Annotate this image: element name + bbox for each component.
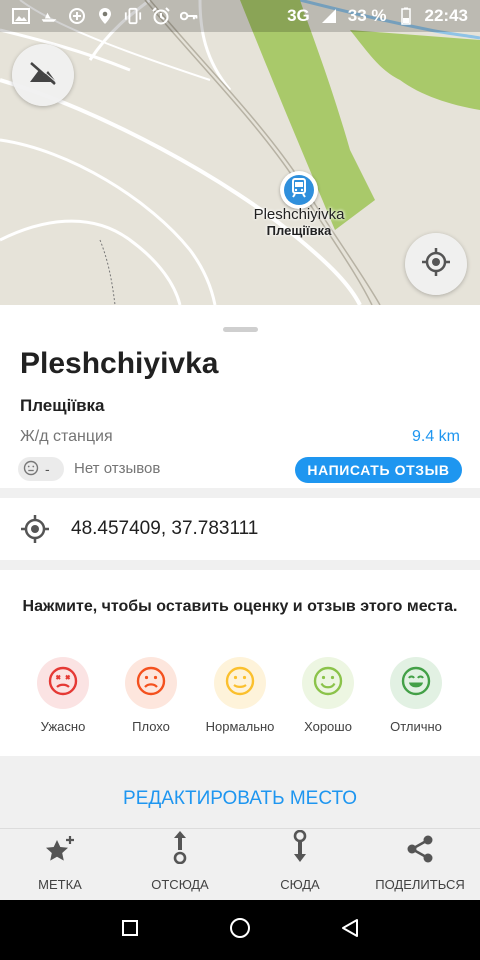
back-icon [339,917,361,944]
terrain-off-icon [28,60,58,91]
place-category: Ж/д станция [20,428,113,445]
my-location-button[interactable] [405,233,467,295]
rate-option-circle [37,657,89,709]
coordinates-text: 48.457409, 37.783111 [71,518,259,539]
action-label: ОТСЮДА [151,877,209,892]
signal-icon [320,7,338,25]
home-icon [228,916,252,945]
rate-option-label: Хорошо [304,719,352,734]
home-button[interactable] [226,916,254,944]
place-page-sheet: Pleshchiyivka Плещіївка Ж/д станция 9.4 … [0,305,480,900]
coordinates-row[interactable]: 48.457409, 37.783111 [0,498,480,560]
my-location-icon [421,247,451,282]
rate-option-circle [302,657,354,709]
system-nav-bar [0,900,480,960]
place-preview-card: Pleshchiyivka Плещіївка Ж/д станция 9.4 … [0,305,480,488]
rate-option-label: Ужасно [40,719,86,734]
recents-button[interactable] [116,916,144,944]
place-title: Pleshchiyivka [20,347,219,380]
sad-face-icon [135,665,167,702]
rate-option-label: Отлично [390,719,442,734]
key-icon [180,7,198,25]
edit-place-button[interactable]: РЕДАКТИРОВАТЬ МЕСТО [0,768,480,830]
location-icon [96,7,114,25]
drag-handle[interactable] [223,327,258,332]
network-type: 3G [287,6,310,25]
train-station-icon [290,177,308,203]
back-button[interactable] [336,916,364,944]
terrain-toggle-button[interactable] [12,44,74,106]
rate-option-normal[interactable]: Нормально [194,657,286,734]
rate-option-horrible[interactable]: Ужасно [17,657,109,734]
normal-face-icon [224,665,256,702]
rate-option-bad[interactable]: Плохо [105,657,197,734]
bookmark-action[interactable]: МЕТКА [0,829,120,901]
write-review-button[interactable]: НАПИСАТЬ ОТЗЫВ [295,457,462,483]
rating-value: - [45,461,50,477]
bookmark-star-icon [44,834,76,869]
excellent-face-icon [400,665,432,702]
route-from-action[interactable]: ОТСЮДА [120,829,240,901]
rate-option-label: Плохо [132,719,170,734]
action-label: СЮДА [280,877,320,892]
station-label: Pleshchiyivka Плещіївка [230,206,368,238]
recents-icon [120,918,140,943]
neutral-face-icon [23,460,39,479]
map-view[interactable]: Pleshchiyivka Плещіївка [0,0,480,305]
speedboat-icon [40,7,58,25]
share-action[interactable]: ПОДЕЛИТЬСЯ [360,829,480,901]
rate-option-good[interactable]: Хорошо [282,657,374,734]
alarm-icon [152,7,170,25]
rate-option-circle [214,657,266,709]
station-label-name: Pleshchiyivka [253,206,345,223]
battery-icon [397,7,415,25]
rate-prompt: Нажмите, чтобы оставить оценку и отзыв э… [22,598,458,615]
rate-option-label: Нормально [205,719,275,734]
rate-option-circle [390,657,442,709]
image-icon [12,7,30,25]
route-to-action[interactable]: СЮДА [240,829,360,901]
battery-percent: 33 % [347,6,387,25]
clock: 22:43 [424,6,468,25]
rate-option-excellent[interactable]: Отлично [370,657,462,734]
vibrate-icon [124,7,142,25]
rate-place-card: Нажмите, чтобы оставить оценку и отзыв э… [0,570,480,756]
coordinates-icon [20,514,50,544]
rating-chip: - [18,457,64,481]
action-label: МЕТКА [38,877,82,892]
horrible-face-icon [47,665,79,702]
action-label: ПОДЕЛИТЬСЯ [375,877,465,892]
place-subtitle: Плещіївка [20,396,105,415]
station-marker[interactable] [280,171,318,209]
route-to-icon [290,829,310,869]
route-from-icon [170,830,190,869]
place-actions-bar: МЕТКА ОТСЮДА СЮДА ПОДЕЛИТЬСЯ [0,828,480,900]
status-bar: 3G 33 % 22:43 [0,0,480,32]
share-icon [405,834,435,869]
station-label-local: Плещіївка [266,223,332,238]
good-face-icon [312,665,344,702]
rate-option-circle [125,657,177,709]
data-saver-icon [68,7,86,25]
place-distance: 9.4 km [411,428,460,445]
reviews-count: Нет отзывов [74,460,161,477]
